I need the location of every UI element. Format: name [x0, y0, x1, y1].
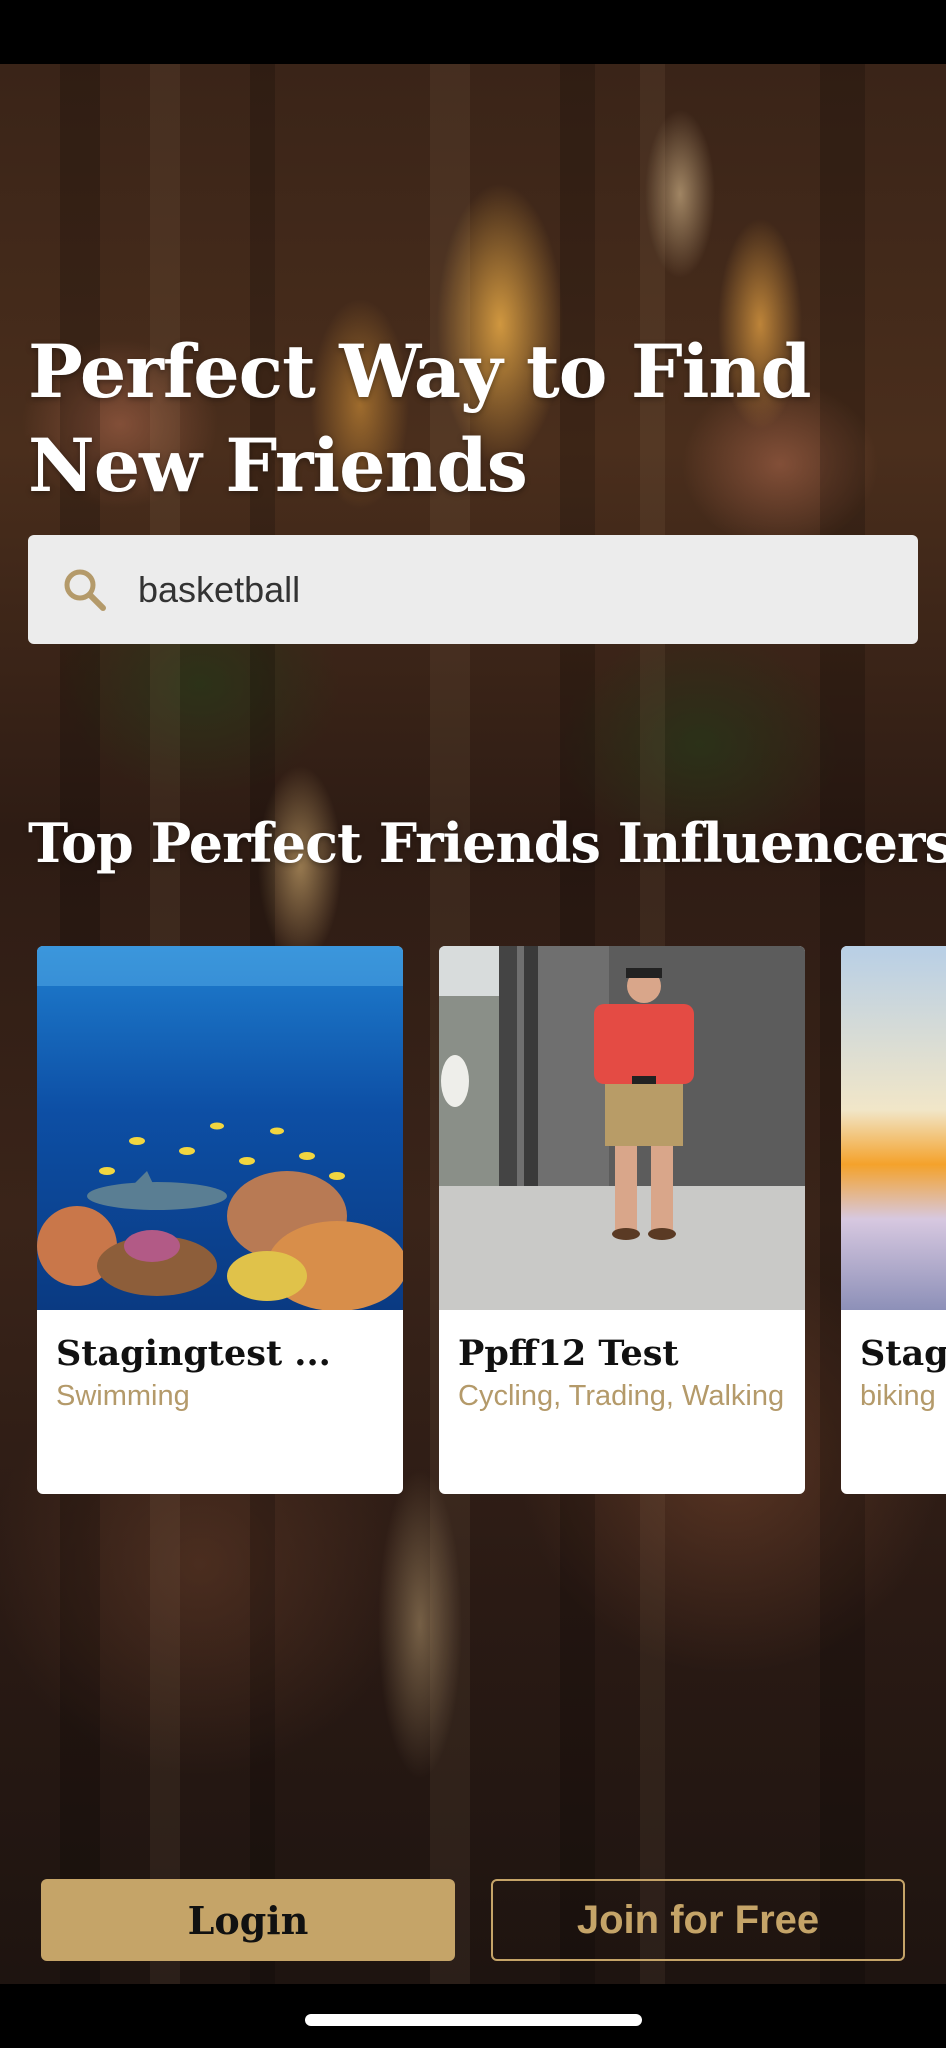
login-button[interactable]: Login: [41, 1879, 455, 1961]
influencer-interests: Swimming: [56, 1380, 190, 1412]
influencer-photo-zoo: [439, 946, 805, 1310]
search-bar[interactable]: basketball: [28, 535, 918, 644]
join-for-free-button[interactable]: Join for Free: [491, 1879, 905, 1961]
hero-headline: Perfect Way to Find New Friends: [28, 325, 918, 513]
home-indicator[interactable]: [305, 2014, 642, 2026]
search-input[interactable]: basketball: [138, 535, 300, 644]
influencer-name: Stagi: [860, 1333, 946, 1374]
hero-headline-line2: New Friends: [28, 423, 528, 509]
influencer-photo-sunset: [841, 946, 946, 1310]
hero-headline-line1: Perfect Way to Find: [28, 329, 812, 415]
influencer-name: Stagingtest ...: [56, 1333, 331, 1374]
influencers-section-title: Top Perfect Friends Influencers: [28, 811, 946, 875]
search-icon: [64, 569, 106, 611]
influencers-carousel[interactable]: Stagingtest ... Swimming Ppff12 Test Cyc…: [0, 946, 946, 1494]
influencer-interests: biking: [860, 1380, 936, 1412]
influencer-photo-underwater: [37, 946, 403, 1310]
influencer-card[interactable]: Ppff12 Test Cycling, Trading, Walking: [439, 946, 805, 1494]
influencer-card[interactable]: Stagingtest ... Swimming: [37, 946, 403, 1494]
influencer-interests: Cycling, Trading, Walking: [458, 1380, 785, 1412]
influencer-name: Ppff12 Test: [458, 1333, 679, 1374]
influencer-card[interactable]: Stagi biking: [841, 946, 946, 1494]
status-bar: [0, 0, 946, 64]
